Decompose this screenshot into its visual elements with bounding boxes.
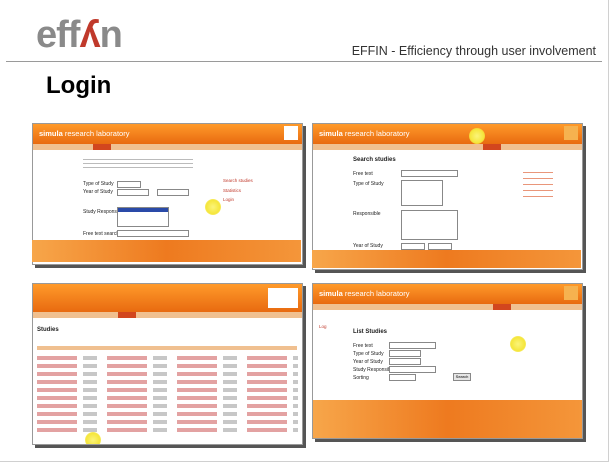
label-free-text: Free text — [353, 343, 373, 349]
cursor-highlight — [510, 336, 526, 352]
orange-header: simula research laboratory — [313, 284, 582, 304]
label-year: Year of Study — [353, 243, 383, 249]
cursor-highlight — [85, 432, 101, 444]
col-headers — [37, 346, 297, 350]
nav-bar[interactable] — [313, 304, 582, 310]
form-label-type: Type of Study — [83, 181, 114, 187]
year-from-input[interactable] — [117, 189, 149, 196]
side-link-log[interactable]: Log — [319, 324, 327, 329]
simula-logo-box — [268, 288, 298, 308]
brand-label: simula research laboratory — [39, 129, 130, 138]
label-year: Year of Study — [353, 359, 383, 365]
side-links[interactable] — [523, 172, 553, 200]
slide-title: Login — [46, 72, 112, 99]
responsibilities-listbox[interactable] — [117, 207, 169, 227]
orange-header — [33, 284, 302, 312]
orange-footer — [313, 400, 582, 438]
year-input-2[interactable] — [428, 243, 452, 250]
intro-text — [83, 159, 193, 171]
orange-header: simula research laboratory — [33, 124, 302, 144]
type-listbox[interactable] — [401, 180, 443, 206]
header-divider — [6, 61, 602, 62]
nav-bar[interactable] — [33, 144, 302, 150]
screenshot-list-studies: simula research laboratory Log List Stud… — [312, 283, 583, 439]
type-select[interactable] — [117, 181, 141, 188]
side-link-login[interactable]: Login — [223, 197, 234, 202]
screenshot-studies-list: Studies — [32, 283, 303, 445]
free-text-input[interactable] — [401, 170, 458, 177]
sorting-select[interactable] — [389, 374, 416, 381]
effin-logo: effʎn — [36, 14, 123, 56]
simula-logo-box — [564, 126, 578, 140]
label-sorting: Sorting — [353, 375, 369, 381]
brand-label: simula research laboratory — [319, 289, 410, 298]
screenshot-search-studies: simula research laboratory Search studie… — [312, 123, 583, 270]
free-text-input[interactable] — [389, 342, 436, 349]
responsible-listbox[interactable] — [401, 210, 458, 240]
slide: effʎn EFFIN - Efficiency through user in… — [0, 0, 609, 462]
free-text-input[interactable] — [117, 230, 189, 237]
year-to-input[interactable] — [157, 189, 189, 196]
simula-logo-box — [284, 126, 298, 140]
form-label-free: Free text search — [83, 231, 120, 237]
page-heading: Search studies — [353, 157, 396, 163]
header-title: EFFIN - Efficiency through user involvem… — [351, 44, 596, 58]
label-free-text: Free text — [353, 171, 373, 177]
year-input[interactable] — [389, 358, 421, 365]
cursor-highlight — [469, 128, 485, 144]
page-heading: List Studies — [353, 329, 388, 335]
simula-logo-box — [564, 286, 578, 300]
screen1-footer — [32, 240, 301, 262]
side-link-statistics[interactable]: Statistics — [223, 188, 241, 193]
responsible-input[interactable] — [389, 366, 436, 373]
label-type: Type of Study — [353, 181, 384, 187]
nav-bar[interactable] — [33, 312, 302, 318]
screen2-footer — [312, 250, 581, 268]
side-link-search[interactable]: Search studies — [223, 178, 253, 183]
search-button[interactable]: Search — [453, 373, 471, 381]
year-input[interactable] — [401, 243, 425, 250]
type-select[interactable] — [389, 350, 421, 357]
form-label-year: Year of Study — [83, 189, 113, 195]
label-type: Type of Study — [353, 351, 384, 357]
orange-header: simula research laboratory — [313, 124, 582, 144]
label-responsible: Responsible — [353, 211, 381, 217]
nav-bar[interactable] — [313, 144, 582, 150]
brand-label: simula research laboratory — [319, 129, 410, 138]
cursor-highlight — [205, 199, 221, 215]
page-heading: Studies — [37, 327, 59, 333]
